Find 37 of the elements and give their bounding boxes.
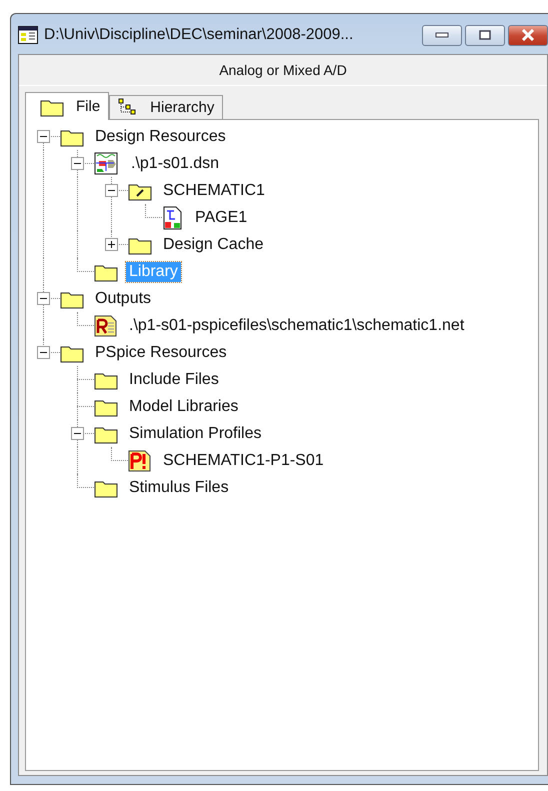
collapse-toggle[interactable] bbox=[71, 427, 84, 440]
profile-file-icon bbox=[128, 450, 152, 472]
app-icon bbox=[18, 26, 38, 44]
close-icon bbox=[521, 29, 535, 41]
tree-item[interactable]: Design Cache bbox=[160, 234, 266, 254]
close-button[interactable] bbox=[508, 24, 548, 46]
schematic-file-icon bbox=[94, 152, 120, 176]
maximize-icon bbox=[479, 30, 491, 40]
tab[interactable]: Hierarchy bbox=[109, 95, 224, 120]
tree-item[interactable]: PAGE1 bbox=[192, 208, 250, 228]
tree-item[interactable]: PSpice Resources bbox=[92, 342, 230, 362]
collapse-toggle[interactable] bbox=[105, 184, 118, 197]
page-file-icon bbox=[162, 206, 184, 230]
tree-item[interactable]: .\p1-s01-pspicefiles\schematic1\schematic1.net bbox=[126, 316, 468, 336]
plus-icon bbox=[106, 239, 117, 250]
tree-item[interactable]: Include Files bbox=[126, 370, 222, 390]
tree-item[interactable]: Outputs bbox=[92, 288, 154, 308]
collapse-toggle[interactable] bbox=[71, 157, 84, 170]
minimize-icon bbox=[435, 32, 449, 38]
hierarchy-icon bbox=[118, 98, 138, 118]
window-title: D:\Univ\Discipline\DEC\seminar\2008-2009... bbox=[44, 26, 354, 44]
tree-item[interactable]: Stimulus Files bbox=[126, 478, 232, 498]
tree-item[interactable]: Design Resources bbox=[92, 126, 229, 146]
tree-item[interactable]: Model Libraries bbox=[126, 396, 242, 416]
tab[interactable]: File bbox=[25, 92, 110, 120]
expand-toggle[interactable] bbox=[105, 238, 118, 251]
project-type-label: Analog or Mixed A/D bbox=[219, 62, 347, 78]
tree-item[interactable]: SCHEMATIC1-P1-S01 bbox=[160, 450, 327, 470]
collapse-toggle[interactable] bbox=[37, 346, 50, 359]
minimize-button[interactable] bbox=[422, 24, 462, 46]
maximize-button[interactable] bbox=[465, 24, 505, 46]
tree-item[interactable]: .\p1-s01.dsn bbox=[128, 154, 222, 174]
tree-item[interactable]: SCHEMATIC1 bbox=[160, 180, 268, 200]
tree-item[interactable]: Simulation Profiles bbox=[126, 424, 264, 444]
netlist-file-icon bbox=[94, 314, 118, 336]
collapse-toggle[interactable] bbox=[37, 292, 50, 305]
collapse-toggle[interactable] bbox=[37, 130, 50, 143]
